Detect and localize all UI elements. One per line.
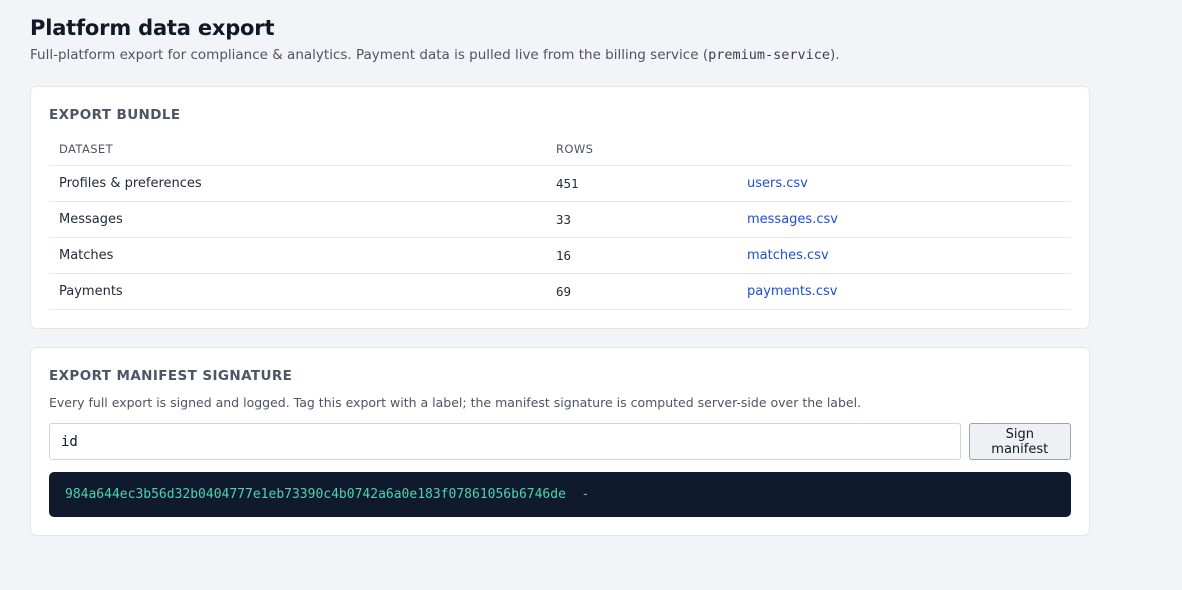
table-row: Messages 33 messages.csv [49, 201, 1071, 238]
manifest-signature-card: EXPORT MANIFEST SIGNATURE Every full exp… [30, 347, 1090, 536]
column-header-rows: ROWS [546, 142, 737, 166]
page-title: Platform data export [30, 16, 275, 40]
users-csv-link[interactable]: users.csv [747, 176, 808, 191]
sign-form: Sign manifest [49, 423, 1071, 460]
page-subtitle: Full-platform export for compliance & an… [30, 45, 1152, 65]
export-bundle-table: DATASET ROWS Profiles & preferences 451 … [49, 142, 1071, 310]
page: Platform data export Full-platform expor… [0, 0, 1182, 536]
table-row: Matches 16 matches.csv [49, 237, 1071, 274]
row-count: 16 [546, 237, 737, 274]
table-row: Profiles & preferences 451 users.csv [49, 165, 1071, 202]
column-header-dataset: DATASET [49, 142, 546, 166]
sign-manifest-button[interactable]: Sign manifest [968, 423, 1071, 460]
matches-csv-link[interactable]: matches.csv [747, 248, 829, 263]
export-bundle-card: EXPORT BUNDLE DATASET ROWS Profiles & pr… [30, 86, 1090, 329]
manifest-signature-title: EXPORT MANIFEST SIGNATURE [49, 368, 293, 384]
service-name-code: premium-service [708, 47, 831, 63]
payments-csv-link[interactable]: payments.csv [747, 284, 837, 299]
column-header-file [737, 142, 1071, 166]
manifest-signature-description: Every full export is signed and logged. … [49, 395, 862, 410]
dataset-name: Profiles & preferences [49, 165, 546, 202]
row-count: 451 [546, 165, 737, 202]
table-header-row: DATASET ROWS [49, 142, 1071, 166]
table-row: Payments 69 payments.csv [49, 273, 1071, 310]
row-count: 33 [546, 201, 737, 238]
export-label-input[interactable] [49, 423, 961, 460]
dataset-name: Messages [49, 201, 546, 238]
signature-output: 984a644ec3b56d32b0404777e1eb73390c4b0742… [49, 472, 1071, 517]
messages-csv-link[interactable]: messages.csv [747, 212, 838, 227]
dataset-name: Matches [49, 237, 546, 274]
row-count: 69 [546, 273, 737, 310]
dataset-name: Payments [49, 273, 546, 310]
subtitle-text-suffix: ). [830, 47, 840, 63]
export-bundle-title: EXPORT BUNDLE [49, 107, 181, 123]
subtitle-text-prefix: Full-platform export for compliance & an… [30, 47, 709, 63]
